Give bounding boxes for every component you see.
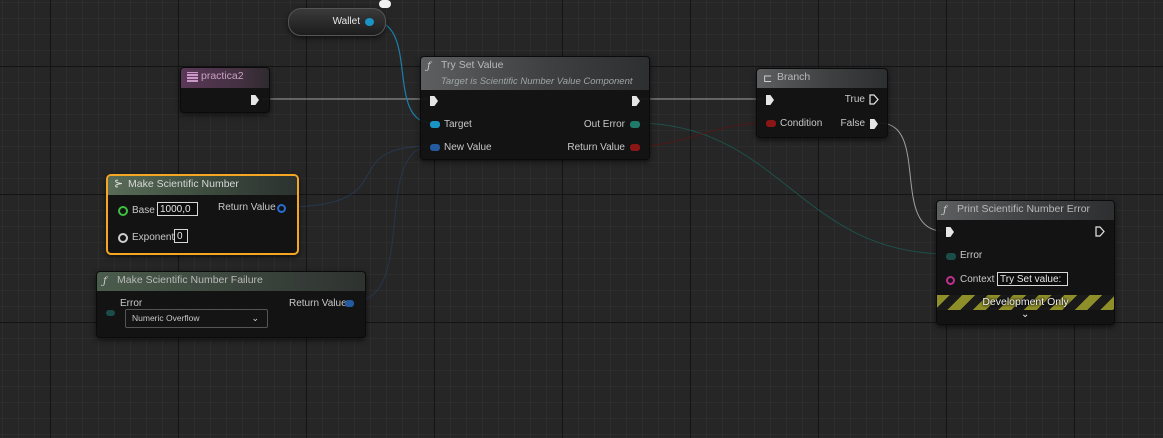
wallet-output-pin[interactable] xyxy=(365,18,374,26)
chevron-down-icon: ⌄ xyxy=(251,313,259,323)
branch-header: ⊏ Branch xyxy=(757,69,887,88)
return-value-pin[interactable] xyxy=(630,144,640,151)
true-label: True xyxy=(844,94,865,105)
base-label: Base xyxy=(132,205,155,216)
make-sci-to-newvalue-wire xyxy=(282,145,433,208)
true-exec-out-pin[interactable] xyxy=(869,94,879,105)
print-exec-in-pin[interactable] xyxy=(946,227,954,237)
make-sci-return-label: Return Value xyxy=(218,202,276,213)
exec-wire-branch-print xyxy=(879,122,944,232)
context-pin[interactable] xyxy=(946,276,955,285)
practica2-event-node[interactable]: practica2 xyxy=(180,67,270,113)
make-sci-return-pin[interactable] xyxy=(277,204,286,213)
cloud-icon xyxy=(379,0,391,8)
failure-error-label: Error xyxy=(120,298,143,309)
make-struct-icon: ⊱ xyxy=(114,178,124,190)
print-error-title: Print Scientific Number Error xyxy=(957,203,1091,215)
exponent-label: Exponent xyxy=(132,232,175,243)
make-failure-title: Make Scientific Number Failure xyxy=(117,274,263,286)
context-label: Context xyxy=(960,274,995,285)
practica2-exec-out-pin[interactable] xyxy=(251,95,259,105)
base-input[interactable]: 1000,0 xyxy=(157,202,198,216)
function-icon: ƒ xyxy=(103,276,107,287)
false-label: False xyxy=(840,118,865,129)
print-sci-error-node[interactable]: ƒ Print Scientific Number Error Error Co… xyxy=(936,200,1115,325)
try-set-value-node[interactable]: ƒ Try Set Value Target is Scientific Num… xyxy=(420,56,650,160)
exponent-input[interactable]: 0 xyxy=(174,229,188,243)
make-sci-header: ⊱ Make Scientific Number xyxy=(108,176,297,195)
function-icon: ƒ xyxy=(943,205,947,216)
failure-return-pin[interactable] xyxy=(345,300,354,307)
try-set-value-subtitle: Target is Scientific Number Value Compon… xyxy=(441,76,633,87)
target-label: Target xyxy=(444,119,472,130)
make-failure-header: ƒ Make Scientific Number Failure xyxy=(97,272,365,291)
false-exec-out-pin[interactable] xyxy=(870,119,878,129)
context-input[interactable]: Try Set value: xyxy=(997,272,1068,286)
return-value-label: Return Value xyxy=(567,142,625,153)
development-only-label: Development Only xyxy=(982,296,1069,308)
failure-error-pin[interactable] xyxy=(106,310,115,316)
branch-node[interactable]: ⊏ Branch True Condition False xyxy=(756,68,888,138)
outerror-to-print-wire xyxy=(635,122,949,255)
condition-label: Condition xyxy=(780,118,823,129)
wallet-variable-node[interactable]: Wallet xyxy=(288,0,391,36)
wallet-label: Wallet xyxy=(332,16,360,27)
practica2-header: practica2 xyxy=(181,68,269,88)
exponent-pin[interactable] xyxy=(118,233,128,243)
try-set-value-title: Try Set Value xyxy=(441,59,504,71)
return-to-condition-wire xyxy=(633,122,769,147)
branch-title: Branch xyxy=(777,71,811,83)
print-error-pin[interactable] xyxy=(946,253,956,260)
condition-pin[interactable] xyxy=(766,120,776,127)
make-scientific-number-node[interactable]: ⊱ Make Scientific Number Base 1000,0 Ret… xyxy=(106,174,299,255)
out-error-label: Out Error xyxy=(583,119,625,130)
out-error-pin[interactable] xyxy=(630,121,640,128)
function-icon: ƒ xyxy=(427,61,431,72)
failure-return-label: Return Value xyxy=(289,298,347,309)
target-pin[interactable] xyxy=(430,121,440,128)
branch-exec-in-pin[interactable] xyxy=(766,95,774,105)
make-sci-title: Make Scientific Number xyxy=(128,178,239,190)
practica2-title: practica2 xyxy=(201,70,244,82)
try-set-value-exec-in-pin[interactable] xyxy=(430,96,438,106)
branch-icon: ⊏ xyxy=(763,73,773,85)
new-value-label: New Value xyxy=(444,142,492,153)
make-sci-failure-node[interactable]: ƒ Make Scientific Number Failure Error N… xyxy=(96,271,366,338)
error-type-selected: Numeric Overflow xyxy=(132,313,200,323)
grid-icon xyxy=(187,72,198,82)
expand-chevron-icon[interactable]: ⌄ xyxy=(1021,309,1029,320)
try-set-value-header: ƒ Try Set Value Target is Scientific Num… xyxy=(421,57,649,90)
base-pin[interactable] xyxy=(118,206,128,216)
error-type-dropdown[interactable]: Numeric Overflow ⌄ xyxy=(125,309,268,328)
print-error-label: Error xyxy=(960,250,983,261)
try-set-value-exec-out-pin[interactable] xyxy=(632,96,640,106)
print-exec-out-pin[interactable] xyxy=(1095,226,1105,237)
new-value-pin[interactable] xyxy=(430,144,440,151)
print-error-header: ƒ Print Scientific Number Error xyxy=(937,201,1114,220)
